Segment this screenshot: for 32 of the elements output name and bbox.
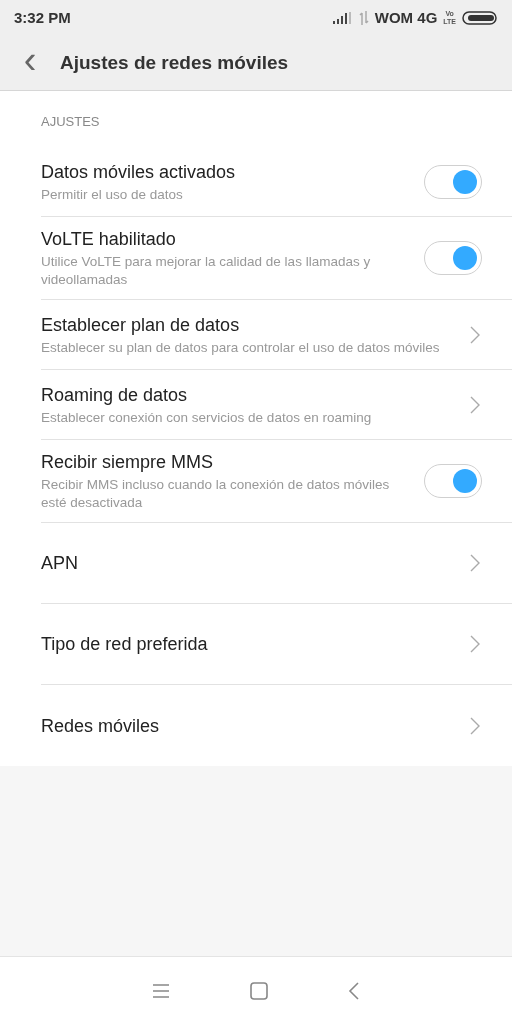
- toggle-switch[interactable]: [424, 164, 482, 199]
- setting-description: Establecer su plan de datos para controlar el uso de datos móviles: [41, 338, 441, 357]
- setting-title: Roaming de datos: [41, 383, 189, 407]
- setting-title: Datos móviles activados: [41, 160, 237, 184]
- setting-title: Establecer plan de datos: [41, 313, 241, 337]
- setting-title: Recibir siempre MMS: [41, 451, 215, 474]
- back-button[interactable]: ‹: [0, 41, 60, 85]
- status-time: 3:32 PM: [14, 7, 71, 28]
- chevron-right-icon: [470, 325, 480, 344]
- setting-description: Utilice VoLTE para mejorar la calidad de las llamadas y videollamadas: [41, 253, 372, 289]
- chevron-right-icon: [470, 716, 480, 735]
- setting-description: Establecer conexión con servicios de datos en roaming: [41, 408, 373, 427]
- setting-title: VoLTE habilitado: [41, 228, 177, 251]
- chevron-right-icon: [470, 635, 480, 653]
- menu-icon[interactable]: [152, 982, 170, 999]
- back-icon[interactable]: [348, 981, 360, 1000]
- setting-title: Tipo de red preferida: [41, 633, 209, 656]
- setting-description: Permitir el uso de datos: [41, 185, 184, 204]
- toggle-switch[interactable]: [424, 241, 482, 275]
- signal-icon: [332, 12, 353, 24]
- setting-title: APN: [41, 552, 79, 575]
- carrier-label: WOM 4G: [374, 7, 438, 28]
- setting-title: Redes móviles: [41, 714, 161, 738]
- home-icon[interactable]: [250, 981, 268, 1000]
- toggle-switch[interactable]: [424, 464, 482, 498]
- page-title: Ajustes de redes móviles: [60, 50, 289, 75]
- data-arrows-icon: [358, 11, 369, 25]
- chevron-right-icon: [470, 395, 480, 414]
- battery-icon: [462, 11, 498, 25]
- section-header: AJUSTES: [41, 114, 100, 129]
- chevron-right-icon: [470, 554, 480, 572]
- setting-description: Recibir MMS incluso cuando la conexión de datos móviles esté desactivada: [41, 476, 391, 512]
